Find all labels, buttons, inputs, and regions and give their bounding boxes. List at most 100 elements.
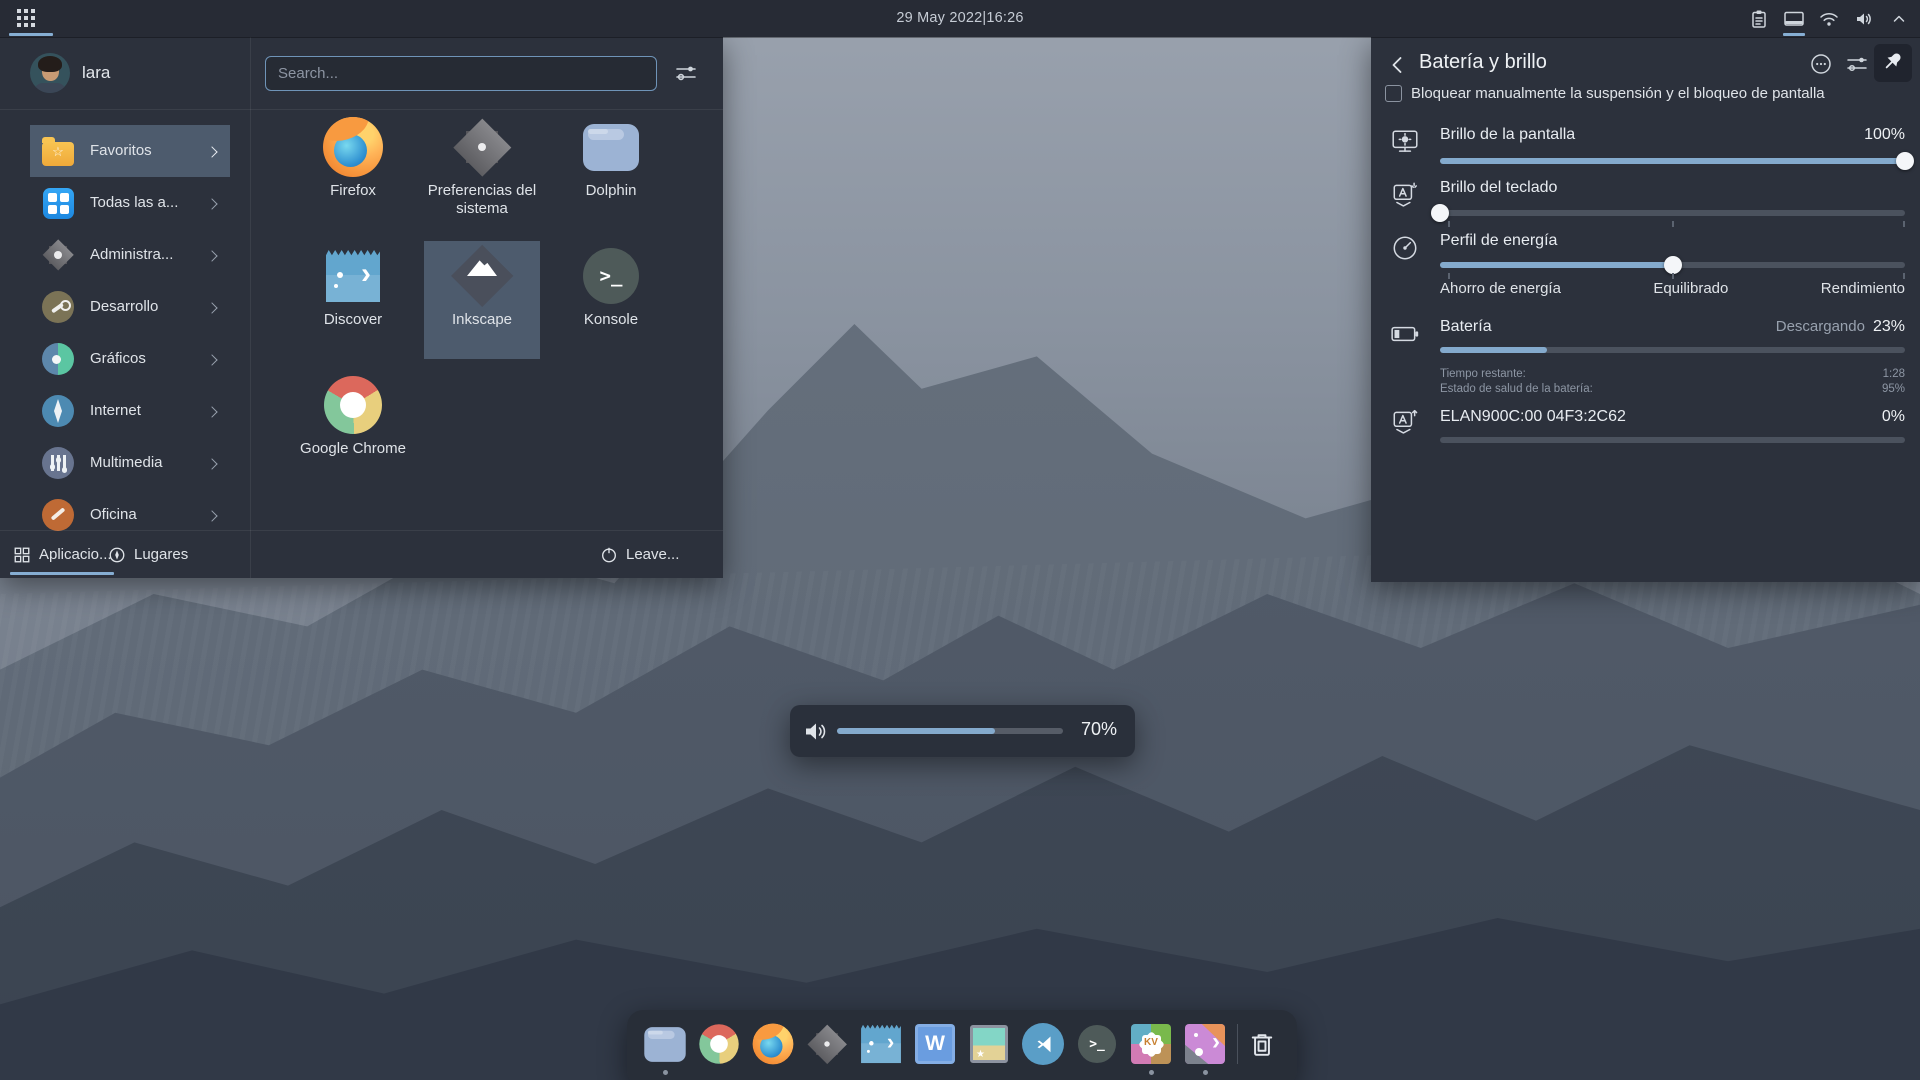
keyboard-brightness-icon: [1390, 180, 1420, 210]
vscode-icon: [1022, 1023, 1064, 1065]
app-tile-preferencias-del-sistema[interactable]: Preferencias del sistema: [424, 112, 540, 230]
purple-arrow-app-icon: ›: [1185, 1024, 1225, 1064]
dock-item-kvantum[interactable]: KV: [1129, 1022, 1173, 1066]
trash-icon[interactable]: [1248, 1030, 1278, 1062]
battery-health: Estado de salud de la batería: 95%: [1440, 383, 1905, 395]
app-tile-discover[interactable]: › Discover: [295, 241, 411, 359]
keyboard-brightness-row: Brillo del teclado: [1440, 179, 1905, 197]
configure-icon[interactable]: [674, 61, 698, 85]
chevron-right-icon: [206, 250, 217, 261]
user-name: lara: [82, 63, 110, 83]
chrome-icon: [324, 376, 382, 434]
leave-icon: [600, 546, 618, 564]
leave-button[interactable]: Leave...: [600, 531, 679, 578]
clock[interactable]: 29 May 2022|16:26: [0, 0, 1920, 37]
wifi-icon[interactable]: [1818, 0, 1840, 37]
screen-brightness-slider[interactable]: [1440, 158, 1905, 164]
dock-item-system-settings[interactable]: [805, 1022, 849, 1066]
power-profile-gauge-icon: [1390, 233, 1420, 263]
firefox-icon: [323, 117, 383, 177]
option-rendimiento[interactable]: Rendimiento: [1821, 280, 1905, 297]
tab-applications[interactable]: Aplicacio...: [13, 531, 112, 578]
display-brightness-icon[interactable]: [1783, 0, 1805, 37]
running-indicator: [663, 1070, 668, 1075]
dock-item-konsole[interactable]: >_: [1075, 1022, 1119, 1066]
sidebar-item-desarrollo[interactable]: Desarrollo: [30, 281, 230, 333]
keyboard-backlight-icon: [1390, 407, 1420, 437]
app-tile-firefox[interactable]: Firefox: [295, 112, 411, 230]
sidebar-item-multimedia[interactable]: Multimedia: [30, 437, 230, 489]
screen-brightness-icon: [1390, 127, 1420, 157]
battery-icon: [1390, 319, 1420, 349]
chrome-icon: [699, 1024, 738, 1063]
search-box: [265, 56, 657, 91]
configure-icon[interactable]: [1845, 52, 1869, 76]
pin-button[interactable]: [1874, 44, 1912, 82]
chevron-right-icon: [206, 406, 217, 417]
option-equilibrado[interactable]: Equilibrado: [1653, 280, 1728, 297]
system-tray: [1748, 0, 1910, 37]
app-tile-konsole[interactable]: >_ Konsole: [553, 241, 669, 359]
dock-divider: [1237, 1024, 1238, 1064]
discover-icon: ›: [326, 250, 380, 302]
dock-item-dolphin[interactable]: [643, 1022, 687, 1066]
graphics-icon: [40, 341, 76, 377]
running-indicator: [1203, 1070, 1208, 1075]
active-tab-indicator: [10, 572, 114, 575]
tab-places[interactable]: Lugares: [108, 531, 188, 578]
avatar-shirt: [34, 83, 66, 93]
keyboard-brightness-slider[interactable]: [1440, 210, 1905, 216]
app-tile-dolphin[interactable]: Dolphin: [553, 112, 669, 230]
dock-item-firefox[interactable]: [751, 1022, 795, 1066]
chevron-right-icon: [206, 458, 217, 469]
dock-item-vscode[interactable]: [1021, 1022, 1065, 1066]
battery-status: Descargando: [1776, 318, 1865, 335]
clipboard-icon[interactable]: [1748, 0, 1770, 37]
sidebar-item-graficos[interactable]: Gráficos: [30, 333, 230, 385]
sidebar-item-todas-las-aplicaciones[interactable]: Todas las a...: [30, 177, 230, 229]
sidebar-item-administracion[interactable]: Administra...: [30, 229, 230, 281]
sidebar-item-oficina[interactable]: Oficina: [30, 489, 230, 531]
compass-icon: [108, 546, 126, 564]
chevron-up-icon[interactable]: [1888, 0, 1910, 37]
status-dots-icon[interactable]: [1809, 52, 1833, 76]
chevron-right-icon: [206, 510, 217, 521]
manual-block-checkbox-row[interactable]: Bloquear manualmente la suspensión y el …: [1385, 85, 1825, 102]
volume-osd: 70%: [790, 705, 1135, 757]
search-input[interactable]: [266, 57, 656, 90]
dolphin-icon: [583, 124, 639, 171]
kvantum-icon: KV: [1131, 1024, 1171, 1064]
header-divider: [0, 109, 723, 110]
battery-brightness-panel: Batería y brillo Bloquear manualmente la…: [1371, 37, 1920, 582]
app-tile-inkscape[interactable]: Inkscape: [424, 241, 540, 359]
system-settings-icon: [453, 118, 511, 176]
applications-grid-icon: [13, 546, 31, 564]
avatar-hair: [38, 56, 62, 72]
favorites-folder-icon: ☆: [40, 133, 76, 169]
category-list: ☆ Favoritos Todas las a... Administra...…: [0, 125, 250, 531]
running-indicator: [1149, 1070, 1154, 1075]
dock-item-gwenview[interactable]: ★: [967, 1022, 1011, 1066]
desktop: 29 May 2022|16:26 lara: [0, 0, 1920, 1080]
back-button[interactable]: [1387, 54, 1413, 80]
battery-time-remaining: Tiempo restante: 1:28: [1440, 368, 1905, 380]
sidebar-item-internet[interactable]: Internet: [30, 385, 230, 437]
volume-icon[interactable]: [1853, 0, 1875, 37]
app-tile-google-chrome[interactable]: Google Chrome: [295, 370, 411, 488]
volume-slider[interactable]: [837, 728, 1063, 734]
slider-ticks: [1440, 271, 1905, 279]
dock-item-discover[interactable]: ›: [859, 1022, 903, 1066]
dock-item-chrome[interactable]: [697, 1022, 741, 1066]
discover-icon: ›: [861, 1025, 901, 1063]
option-ahorro[interactable]: Ahorro de energía: [1440, 280, 1561, 297]
dolphin-icon: [644, 1027, 685, 1062]
dock-item-purple-arrow-app[interactable]: ›: [1183, 1022, 1227, 1066]
user-avatar[interactable]: [30, 53, 70, 93]
dock-item-writer[interactable]: W: [913, 1022, 957, 1066]
checkbox[interactable]: [1385, 85, 1402, 102]
konsole-icon: >_: [583, 248, 639, 304]
slider-handle[interactable]: [1896, 152, 1914, 170]
power-profile-slider[interactable]: [1440, 262, 1905, 268]
sidebar-item-favoritos[interactable]: ☆ Favoritos: [30, 125, 230, 177]
device-row: ELAN900C:00 04F3:2C62 0%: [1440, 408, 1905, 426]
